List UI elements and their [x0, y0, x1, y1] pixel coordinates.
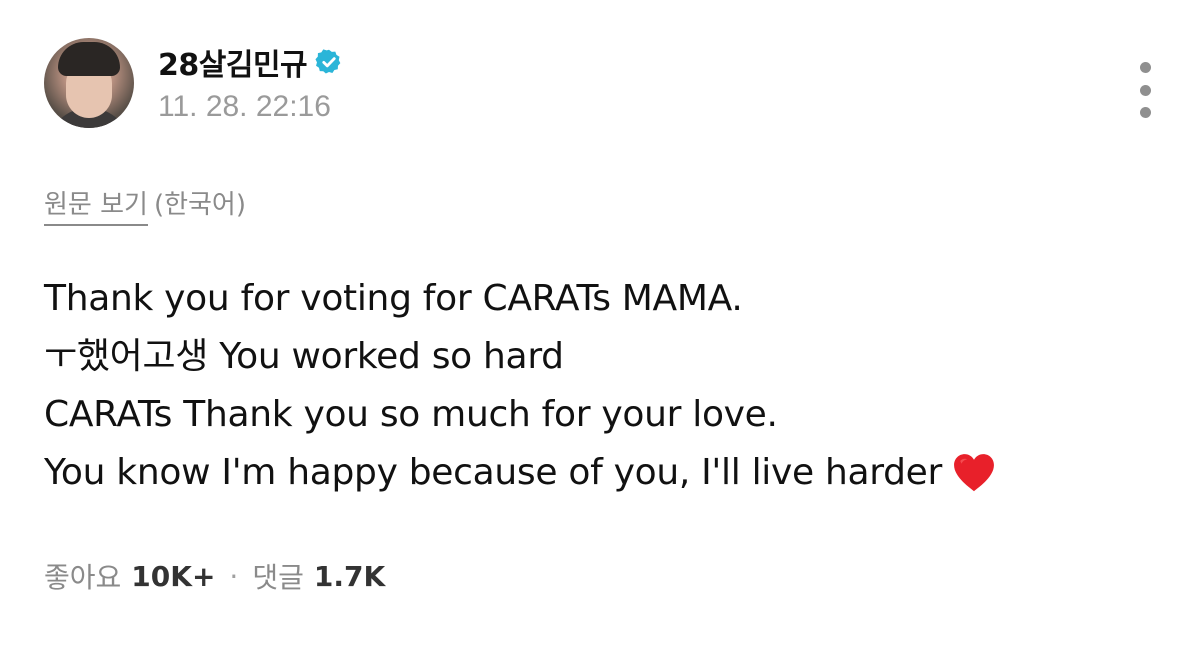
more-vertical-icon[interactable] [1134, 62, 1156, 118]
view-original-link[interactable]: 원문 보기 [44, 190, 148, 226]
post-line: Thank you for voting for CARATs MAMA. [44, 278, 743, 319]
post-line-last: You know I'm happy because of you, I'll … [44, 444, 996, 502]
more-dot [1139, 84, 1151, 96]
verified-badge-icon [315, 49, 341, 74]
original-language-label: (한국어) [153, 190, 247, 220]
translation-info: 원문 보기 (한국어) [44, 184, 247, 226]
author-header: 28살김민규 [158, 40, 343, 84]
username[interactable]: 28살김민규 [158, 40, 308, 84]
post-line: You know I'm happy because of you, I'll … [44, 452, 943, 493]
post-body: Thank you for voting for CARATs MAMA. ㅜ했… [44, 270, 996, 502]
post-line: CARATs Thank you so much for your love. [44, 394, 778, 435]
stats-separator: · [229, 559, 239, 593]
avatar[interactable] [44, 38, 134, 128]
red-heart-icon [954, 454, 994, 492]
post-timestamp: 11. 28. 22:16 [158, 90, 331, 123]
comments-count[interactable]: 1.7K [314, 560, 385, 593]
post-stats: 좋아요 10K+ · 댓글 1.7K [44, 556, 385, 596]
likes-label[interactable]: 좋아요 [44, 556, 121, 596]
post-line: ㅜ했어고생 You worked so hard [44, 336, 564, 377]
avatar-hair [58, 42, 120, 76]
comments-label[interactable]: 댓글 [252, 556, 304, 596]
likes-count[interactable]: 10K+ [131, 560, 215, 593]
more-dot [1139, 107, 1151, 118]
more-dot [1139, 62, 1151, 73]
